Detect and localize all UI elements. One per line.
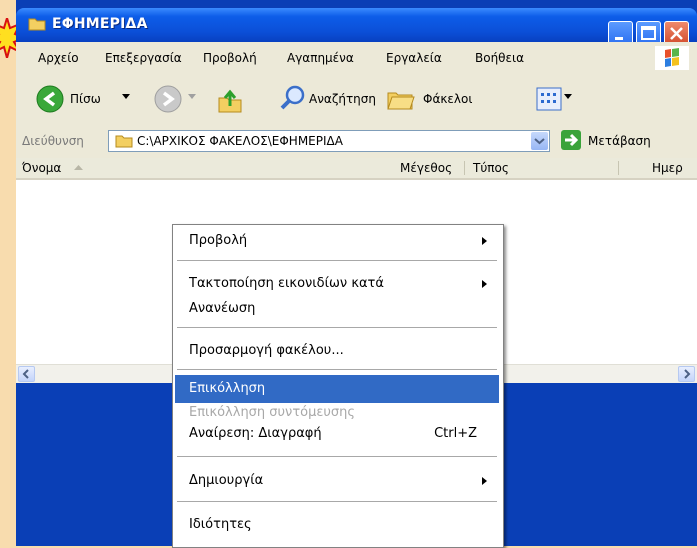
menu-separator (177, 501, 497, 502)
chevron-left-icon (22, 369, 29, 379)
context-item-undo-delete[interactable]: Αναίρεση: Διαγραφή Ctrl+Z (175, 420, 499, 448)
back-button[interactable]: Πίσω (70, 92, 101, 106)
shortcut-label: Ctrl+Z (434, 426, 477, 441)
forward-dropdown-icon[interactable] (188, 94, 197, 101)
submenu-arrow-icon (482, 280, 487, 288)
address-path: C:\ΑΡΧΙΚΟΣ ΦΑΚΕΛΟΣ\ΕΦΗΜΕΡΙΔΑ (137, 134, 343, 148)
up-folder-icon[interactable] (216, 86, 244, 114)
menu-bar: Αρχείο Επεξεργασία Προβολή Αγαπημένα Εργ… (16, 42, 697, 75)
chevron-down-icon (534, 138, 545, 145)
search-icon[interactable] (278, 84, 306, 112)
folder-icon (115, 135, 133, 148)
title-bar[interactable]: ΕΦΗΜΕΡΙΔΑ (16, 8, 697, 46)
context-item-label: Αναίρεση: Διαγραφή (189, 426, 322, 441)
window-title: ΕΦΗΜΕΡΙΔΑ (52, 16, 148, 32)
menu-view[interactable]: Προβολή (203, 51, 257, 65)
column-date[interactable]: Ημερ (652, 161, 683, 175)
context-item-new[interactable]: Δημιουργία (175, 467, 499, 495)
context-item-label: Ιδιότητες (189, 517, 252, 532)
forward-arrow-icon[interactable] (154, 85, 182, 113)
scroll-right-button[interactable] (678, 366, 695, 382)
folders-button[interactable]: Φάκελοι (423, 92, 472, 106)
views-dropdown-icon[interactable] (564, 94, 573, 101)
scroll-left-button[interactable] (18, 366, 35, 382)
views-icon[interactable] (536, 87, 562, 111)
context-item-label: Δημιουργία (189, 473, 264, 488)
address-input[interactable]: C:\ΑΡΧΙΚΟΣ ΦΑΚΕΛΟΣ\ΕΦΗΜΕΡΙΔΑ (108, 130, 550, 152)
context-item-arrange-icons[interactable]: Τακτοποίηση εικονιδίων κατά (175, 270, 499, 298)
windows-flag-icon (665, 48, 679, 67)
menu-separator (177, 327, 497, 328)
column-type[interactable]: Τύπος (473, 161, 509, 175)
back-arrow-icon[interactable] (36, 85, 64, 113)
context-item-label: Ανανέωση (189, 301, 256, 316)
column-header: Όνομα Μέγεθος Τύπος Ημερ (16, 158, 697, 180)
address-dropdown-button[interactable] (531, 132, 548, 150)
address-bar: Διεύθυνση C:\ΑΡΧΙΚΟΣ ΦΑΚΕΛΟΣ\ΕΦΗΜΕΡΙΔΑ Μ… (16, 124, 697, 158)
context-menu: Προβολή Τακτοποίηση εικονιδίων κατά Αναν… (172, 224, 504, 548)
windows-logo (655, 46, 689, 70)
column-divider (464, 161, 465, 175)
sort-ascending-icon (74, 165, 83, 170)
context-item-refresh[interactable]: Ανανέωση (175, 295, 499, 323)
submenu-arrow-icon (482, 477, 487, 485)
folders-icon[interactable] (386, 87, 416, 113)
context-item-view[interactable]: Προβολή (175, 227, 499, 255)
context-item-customize-folder[interactable]: Προσαρμογή φακέλου... (175, 337, 499, 365)
menu-edit[interactable]: Επεξεργασία (105, 51, 182, 65)
folder-icon (28, 18, 46, 31)
go-label[interactable]: Μετάβαση (588, 134, 651, 148)
column-divider (618, 161, 619, 175)
arrow-right-icon (565, 133, 579, 147)
menu-separator (177, 369, 497, 370)
column-size[interactable]: Μέγεθος (400, 161, 452, 175)
column-name[interactable]: Όνομα (22, 161, 61, 175)
context-item-label: Επικόλληση (189, 381, 266, 396)
menu-file[interactable]: Αρχείο (38, 51, 79, 65)
back-dropdown-icon[interactable] (122, 94, 131, 101)
menu-tools[interactable]: Εργαλεία (386, 51, 442, 65)
submenu-arrow-icon (482, 237, 487, 245)
context-item-label: Επικόλληση συντόμευσης (189, 405, 356, 420)
menu-separator (177, 260, 497, 261)
context-item-label: Τακτοποίηση εικονιδίων κατά (189, 276, 384, 291)
menu-separator (177, 456, 497, 457)
context-item-properties[interactable]: Ιδιότητες (175, 511, 499, 539)
context-item-label: Προβολή (189, 233, 248, 248)
address-label: Διεύθυνση (22, 134, 84, 148)
toolbar: Πίσω Αναζήτηση Φάκελοι (16, 74, 697, 125)
go-button[interactable] (561, 130, 581, 150)
chevron-right-icon (684, 369, 691, 379)
menu-favorites[interactable]: Αγαπημένα (287, 51, 354, 65)
search-button[interactable]: Αναζήτηση (309, 92, 376, 106)
context-item-label: Προσαρμογή φακέλου... (189, 343, 344, 358)
menu-help[interactable]: Βοήθεια (475, 51, 524, 65)
